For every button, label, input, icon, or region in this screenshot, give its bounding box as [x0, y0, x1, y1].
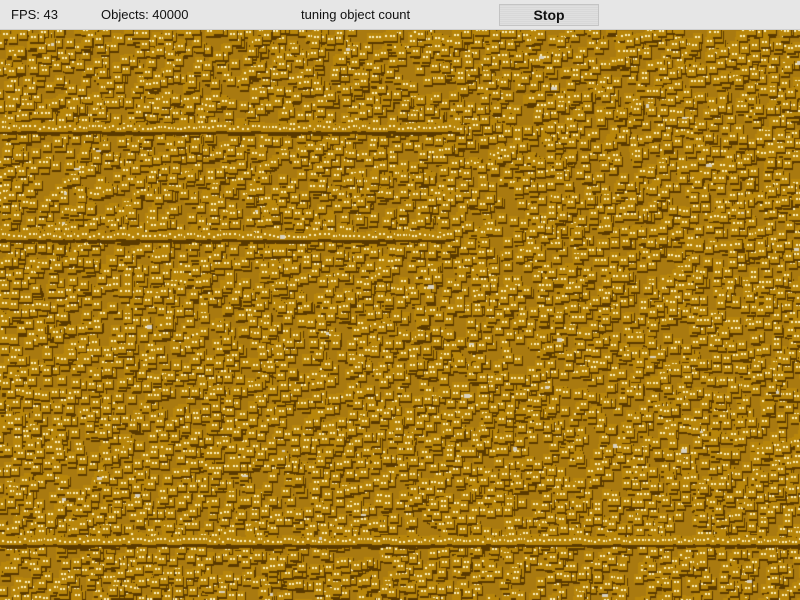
object-count: Objects: 40000 — [101, 7, 189, 22]
sprite-stage-canvas[interactable] — [0, 30, 800, 600]
toolbar: FPS: 43 Objects: 40000 tuning object cou… — [0, 0, 800, 30]
status-text: tuning object count — [301, 7, 411, 22]
stop-button[interactable]: Stop — [499, 4, 599, 26]
fps-counter: FPS: 43 — [11, 7, 58, 22]
